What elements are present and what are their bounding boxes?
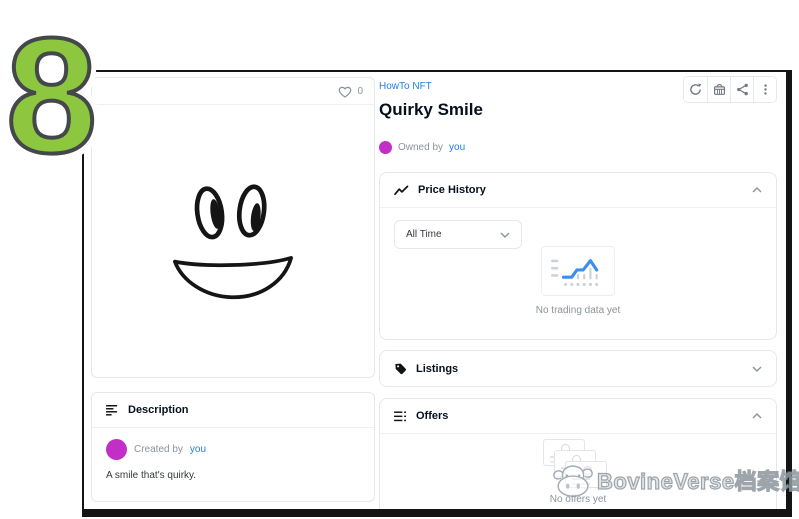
owner-avatar[interactable] [379,141,392,154]
listings-label: Listings [416,363,458,375]
nft-media-card: 0 [91,77,375,378]
created-by-label: Created by [134,444,183,455]
offers-label: Offers [416,410,448,422]
share-button[interactable] [730,77,753,102]
favorite-row[interactable]: 0 [92,78,374,105]
screenshot-frame: 0 [82,70,792,517]
offers-header[interactable]: Offers [380,399,776,434]
line-chart-icon [394,185,409,196]
listings-panel: Listings [379,350,777,387]
heart-icon[interactable] [338,85,352,98]
list-icon [394,411,407,422]
chevron-down-icon [500,232,510,238]
empty-chart-illustration [541,246,615,296]
kebab-menu-icon [759,83,772,96]
creator-link[interactable]: you [190,444,206,455]
description-header[interactable]: Description [92,393,374,428]
refresh-icon [689,83,702,96]
action-toolbar [683,76,777,103]
description-text: A smile that's quirky. [106,470,360,481]
overlay-number: 8 [6,14,97,178]
mini-chart-icon [549,252,607,290]
time-range-select[interactable]: All Time [394,220,522,249]
transfer-button[interactable] [707,77,730,102]
page-title: Quirky Smile [379,100,483,120]
quirky-smile-artwork [158,175,308,307]
gift-icon [713,83,726,96]
price-history-header[interactable]: Price History [380,173,776,208]
price-history-label: Price History [418,184,486,196]
offers-empty-text: No offers yet [380,494,776,505]
price-history-content: All Time [380,208,776,340]
price-history-panel: Price History All Time [379,172,777,340]
nft-detail-page: 0 [84,72,786,509]
share-icon [736,83,749,96]
more-options-button[interactable] [753,77,776,102]
time-range-value: All Time [406,229,442,240]
creator-avatar[interactable] [106,439,127,460]
owned-by-label: Owned by [398,142,443,153]
nft-image[interactable] [92,105,374,377]
collection-link[interactable]: HowTo NFT [379,81,432,92]
offers-empty-illustration [543,439,613,497]
description-panel: Description Created by you A smile that'… [91,392,375,502]
page-canvas: 0 [0,0,799,519]
chevron-up-icon [752,413,762,419]
owner-link[interactable]: you [449,142,465,153]
refresh-button[interactable] [684,77,707,102]
owner-row: Owned by you [379,141,465,154]
tag-icon [394,362,407,375]
chevron-up-icon [752,187,762,193]
description-body: Created by you A smile that's quirky. [92,428,374,492]
offers-panel: Offers No offers yet [379,398,777,509]
price-history-empty-text: No trading data yet [380,305,776,316]
description-label: Description [128,404,189,416]
creator-row: Created by you [106,439,360,460]
chevron-down-icon [752,366,762,372]
favorites-count: 0 [357,86,363,97]
listings-header[interactable]: Listings [380,351,776,386]
text-align-icon [106,405,119,416]
offers-content: No offers yet [380,434,776,508]
